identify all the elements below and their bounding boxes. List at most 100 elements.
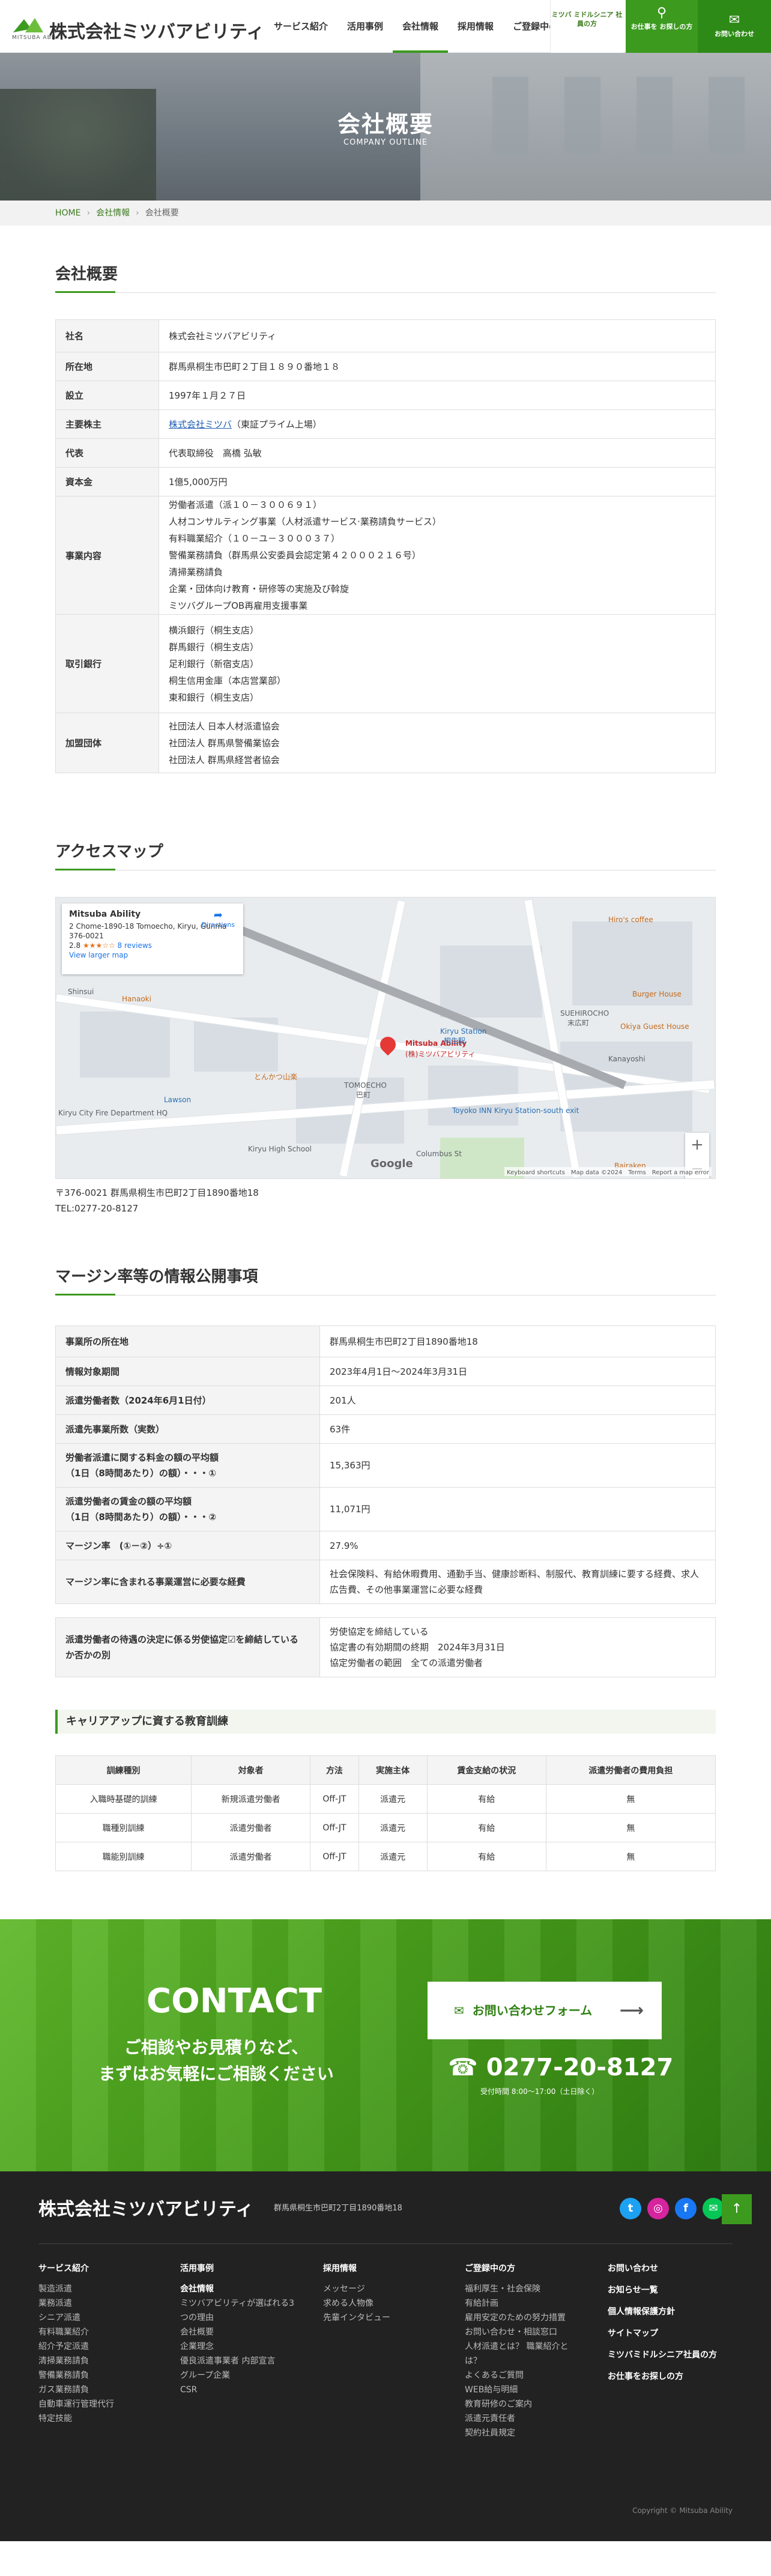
zoom-in-icon[interactable]: + xyxy=(685,1133,709,1157)
footer-link[interactable]: シニア派遣 xyxy=(38,2311,114,2325)
footer-heading[interactable]: 活用事例 xyxy=(180,2261,300,2276)
footer-link[interactable]: 有料職業紹介 xyxy=(38,2325,114,2339)
footer-link[interactable]: グループ企業 xyxy=(180,2368,300,2383)
footer-link[interactable]: 自動車運行管理代行 xyxy=(38,2397,114,2412)
footer-link[interactable]: お仕事をお探しの方 xyxy=(608,2369,717,2384)
footer-link[interactable]: ミツバアビリティが選ばれる3つの理由 xyxy=(180,2296,300,2325)
embedded-map[interactable]: Mitsuba Ability (株)ミツバアビリティ SUEHIROCHO 末… xyxy=(55,897,716,1179)
map-reviews-link[interactable]: 8 reviews xyxy=(118,941,152,950)
map-label: Burger House xyxy=(632,990,682,998)
footer-link[interactable]: 業務派遣 xyxy=(38,2296,114,2311)
seniors-button[interactable]: ミツバ ミドルシニア 社員の方 xyxy=(550,0,623,53)
footer-link[interactable]: 契約社員規定 xyxy=(465,2426,585,2440)
outline-value: 1997年１月２７日 xyxy=(159,381,716,410)
map-larger-link[interactable]: View larger map xyxy=(69,951,128,959)
map-rating: 2.8 xyxy=(69,941,81,950)
outline-value-line: 警備業務請負（群馬県公安委員会認定第４２０００２１６号） xyxy=(169,550,422,561)
footer-link[interactable]: サイトマップ xyxy=(608,2326,717,2341)
footer-link[interactable]: 有給計画 xyxy=(465,2296,585,2311)
map-label: とんかつ山楽 xyxy=(254,1073,298,1081)
outline-value-line: 東和銀行（桐生支店） xyxy=(169,692,259,703)
footer-link[interactable]: 福利厚生・社会保険 xyxy=(465,2282,585,2296)
footer-link[interactable]: 特定技能 xyxy=(38,2412,114,2426)
footer-logo[interactable]: 株式会社ミツバアビリティ xyxy=(38,2194,253,2221)
access-heading: アクセスマップ xyxy=(55,839,716,870)
page-subtitle: COMPANY OUTLINE xyxy=(343,138,428,147)
footer-link[interactable]: 個人情報保護方針 xyxy=(608,2305,717,2319)
footer-link[interactable]: よくあるご質問 xyxy=(465,2368,585,2383)
footer-divider xyxy=(38,2243,733,2244)
margin-label-line: （1日（8時間あたり）の額）・・・② xyxy=(65,1512,217,1522)
footer-link[interactable]: 企業理念 xyxy=(180,2339,300,2354)
margin-value-line: 201人 xyxy=(330,1395,356,1406)
outline-value-line: 社団法人 日本人材派遣協会 xyxy=(169,720,280,732)
footer-link[interactable]: WEB給与明細 xyxy=(465,2383,585,2397)
nav-cases[interactable]: 活用事例 xyxy=(337,0,393,53)
training-cell: 有給 xyxy=(426,1842,546,1871)
search-icon: ⚲ xyxy=(656,5,667,20)
footer-link[interactable]: お問い合わせ xyxy=(608,2261,717,2276)
site-header: MITSUBA ABILITY 株式会社ミツバアビリティ サービス紹介 活用事例… xyxy=(0,0,771,53)
outline-value-line: 足利銀行（新宿支店） xyxy=(169,658,259,669)
footer-link[interactable]: 会社概要 xyxy=(180,2325,300,2339)
footer-link[interactable]: お問い合わせ・相談窓口 xyxy=(465,2325,585,2339)
contact-banner: CONTACT ご相談やお見積りなど、 まずはお気軽にご相談ください ✉ お問い… xyxy=(0,1919,771,2171)
outline-label: 設立 xyxy=(55,381,159,410)
training-heading: キャリアアップに資する教育訓練 xyxy=(55,1710,716,1734)
footer-link[interactable]: 製造派遣 xyxy=(38,2282,114,2296)
outline-row: 主要株主 株式会社ミツバ（東証プライム上場） xyxy=(55,409,716,439)
footer-link[interactable]: 求める人物像 xyxy=(323,2296,390,2311)
breadcrumb-company[interactable]: 会社情報 xyxy=(96,208,130,218)
footer-link[interactable]: CSR xyxy=(180,2383,300,2397)
header-contact-button[interactable]: ✉ お問い合わせ xyxy=(698,0,771,53)
global-nav: サービス紹介 活用事例 会社情報 採用情報 ご登録中の方 xyxy=(264,0,576,53)
footer-link[interactable]: ミツバミドルシニア社員の方 xyxy=(608,2348,717,2362)
contact-title: CONTACT xyxy=(147,1982,322,2021)
outline-value: 代表取締役 高橋 弘敏 xyxy=(159,438,716,468)
margin-value: 11,071円 xyxy=(319,1487,716,1531)
footer-link[interactable]: 人材派遣とは？ 職業紹介とは？ xyxy=(465,2339,585,2368)
contact-form-button[interactable]: ✉ お問い合わせフォーム ⟶ xyxy=(428,1982,662,2039)
footer-heading[interactable]: サービス紹介 xyxy=(38,2261,114,2276)
instagram-icon[interactable]: ◎ xyxy=(647,2198,669,2219)
arrow-up-icon: ↑ xyxy=(731,2201,743,2216)
footer-link[interactable]: 先輩インタビュー xyxy=(323,2311,390,2325)
job-search-button[interactable]: ⚲ お仕事を お探しの方 xyxy=(626,0,698,53)
line-icon[interactable]: ✉ xyxy=(703,2198,724,2219)
outline-row: 社名 株式会社ミツバアビリティ xyxy=(55,319,716,352)
footer-link[interactable]: お知らせ一覧 xyxy=(608,2283,717,2297)
footer-link[interactable]: 警備業務請負 xyxy=(38,2368,114,2383)
page-top-button[interactable]: ↑ xyxy=(722,2194,752,2224)
nav-company[interactable]: 会社情報 xyxy=(393,0,448,53)
nav-recruit[interactable]: 採用情報 xyxy=(448,0,503,53)
nav-services[interactable]: サービス紹介 xyxy=(264,0,337,53)
outline-value-line: 社団法人 群馬県経営者協会 xyxy=(169,754,280,765)
footer-link[interactable]: 派遣元責任者 xyxy=(465,2412,585,2426)
footer-link[interactable]: メッセージ xyxy=(323,2282,390,2296)
footer-heading[interactable]: ご登録中の方 xyxy=(465,2261,585,2276)
margin-label: 派遣労働者数（2024年6月1日付） xyxy=(55,1386,320,1415)
footer-link[interactable]: 紹介予定派遣 xyxy=(38,2339,114,2354)
footer-heading[interactable]: 採用情報 xyxy=(323,2261,390,2276)
footer-link[interactable]: 雇用安定のための努力措置 xyxy=(465,2311,585,2325)
training-header: 対象者 xyxy=(191,1755,311,1785)
footer-subheading[interactable]: 会社情報 xyxy=(180,2282,300,2296)
footer-link[interactable]: 教育研修のご案内 xyxy=(465,2397,585,2412)
map-directions-button[interactable]: ➦ Directions xyxy=(202,910,235,930)
footer-link[interactable]: 優良派遣事業者 内部宣言 xyxy=(180,2354,300,2368)
map-label: (株)ミツバアビリティ xyxy=(405,1050,476,1058)
training-cell: 派遣元 xyxy=(358,1813,428,1842)
shareholder-link[interactable]: 株式会社ミツバ xyxy=(169,419,232,430)
map-pin-icon[interactable] xyxy=(376,1033,399,1056)
outline-value-line: 株式会社ミツバアビリティ xyxy=(169,330,277,342)
training-cell: Off-JT xyxy=(310,1784,359,1814)
footer-link[interactable]: 清掃業務請負 xyxy=(38,2354,114,2368)
twitter-icon[interactable]: t xyxy=(620,2198,641,2219)
outline-label: 社名 xyxy=(55,319,159,352)
footer-link[interactable]: ガス業務請負 xyxy=(38,2383,114,2397)
facebook-icon[interactable]: f xyxy=(675,2198,697,2219)
contact-message-line: ご相談やお見積りなど、 xyxy=(124,2038,309,2057)
breadcrumb-home[interactable]: HOME xyxy=(55,208,80,218)
site-logo[interactable]: MITSUBA ABILITY 株式会社ミツバアビリティ xyxy=(12,12,264,43)
contact-phone[interactable]: ☎ 0277-20-8127 xyxy=(448,2054,673,2081)
